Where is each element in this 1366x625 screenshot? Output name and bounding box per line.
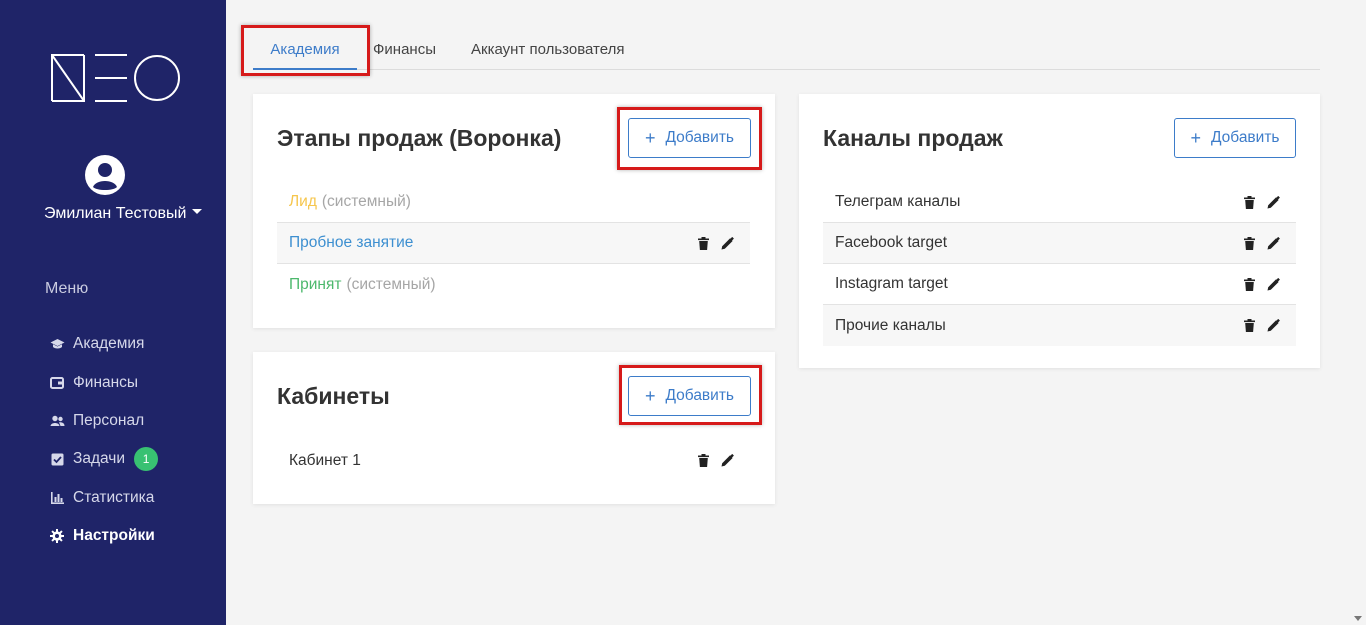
pencil-icon[interactable]: [1266, 195, 1280, 209]
row-actions: [1242, 223, 1280, 263]
channel-name: Facebook target: [835, 234, 948, 251]
pencil-icon[interactable]: [720, 454, 734, 468]
users-icon: [49, 414, 65, 428]
user-menu-toggle[interactable]: Эмилиан Тестовый: [44, 205, 203, 223]
add-room-button[interactable]: + Добавить: [628, 376, 751, 416]
sidebar-item-statistics[interactable]: Статистика: [49, 479, 158, 517]
sidebar-item-academy[interactable]: Академия: [49, 325, 158, 363]
list-item: Принят (системный): [277, 264, 750, 305]
sidebar-menu: Академия Финансы Персонал Задачи 1 Стати…: [49, 325, 159, 555]
sidebar-item-tasks[interactable]: Задачи 1: [49, 440, 159, 478]
sales-channels-list: Телеграм каналы Facebook target Instagra…: [823, 182, 1296, 346]
check-square-icon: [49, 452, 65, 466]
rooms-title: Кабинеты: [277, 383, 390, 409]
stage-system-tag: (системный): [346, 275, 436, 293]
list-item: Instagram target: [823, 264, 1296, 305]
sales-stages-list: Лид (системный) Пробное занятие Принят (…: [277, 182, 750, 305]
plus-icon: +: [644, 128, 656, 148]
list-item: Кабинет 1: [277, 440, 750, 481]
list-item: Телеграм каналы: [823, 182, 1296, 223]
user-avatar-icon[interactable]: [84, 154, 126, 196]
plus-icon: +: [644, 386, 656, 406]
sidebar-item-label: Задачи: [73, 450, 126, 468]
add-button-label: Добавить: [665, 129, 735, 146]
channel-name: Телеграм каналы: [835, 193, 961, 210]
tab-academy[interactable]: Академия: [253, 28, 357, 70]
scroll-down-arrow-icon[interactable]: [1354, 616, 1362, 621]
stage-name-link[interactable]: Пробное занятие: [289, 234, 413, 252]
add-sales-channel-button[interactable]: + Добавить: [1174, 118, 1296, 158]
graduation-cap-icon: [49, 337, 65, 351]
tab-user-account[interactable]: Аккаунт пользователя: [471, 28, 624, 70]
sidebar-item-finance[interactable]: Финансы: [49, 363, 158, 401]
pencil-icon[interactable]: [1266, 277, 1280, 291]
sidebar-item-label: Настройки: [73, 527, 155, 545]
pencil-icon[interactable]: [1266, 319, 1280, 333]
trash-icon[interactable]: [696, 454, 710, 468]
sidebar-item-settings[interactable]: Настройки: [49, 517, 158, 555]
add-button-label: Добавить: [665, 387, 735, 404]
sidebar: Эмилиан Тестовый Меню Академия Финансы П…: [0, 0, 226, 625]
trash-icon[interactable]: [1242, 236, 1256, 250]
add-sales-stage-button[interactable]: + Добавить: [628, 118, 751, 158]
room-name: Кабинет 1: [289, 451, 361, 469]
user-name: Эмилиан Тестовый: [44, 205, 187, 222]
channel-name: Instagram target: [835, 275, 948, 292]
sales-stages-card: Этапы продаж (Воронка) + Добавить Лид (си…: [253, 94, 775, 328]
tab-finance[interactable]: Финансы: [373, 28, 436, 70]
trash-icon[interactable]: [1242, 319, 1256, 333]
sidebar-item-label: Персонал: [73, 411, 145, 429]
row-actions: [696, 440, 734, 481]
neo-logo: [51, 54, 180, 102]
sidebar-item-label: Статистика: [73, 488, 155, 506]
stage-name: Принят: [289, 275, 342, 293]
list-item: Facebook target: [823, 223, 1296, 264]
sidebar-item-staff[interactable]: Персонал: [49, 402, 158, 440]
row-actions: [1242, 264, 1280, 304]
settings-tabs: Академия Финансы Аккаунт пользователя: [253, 28, 1320, 70]
rooms-card: Кабинеты + Добавить Кабинет 1: [253, 352, 775, 504]
pencil-icon[interactable]: [1266, 236, 1280, 250]
stage-system-tag: (системный): [321, 193, 411, 210]
rooms-list: Кабинет 1: [277, 440, 750, 481]
sales-channels-title: Каналы продаж: [823, 125, 1003, 151]
row-actions: [1242, 182, 1280, 222]
add-button-label: Добавить: [1211, 129, 1280, 146]
row-actions: [1242, 305, 1280, 346]
trash-icon[interactable]: [1242, 277, 1256, 291]
channel-name: Прочие каналы: [835, 316, 946, 334]
trash-icon[interactable]: [1242, 195, 1256, 209]
list-item: Лид (системный): [277, 182, 750, 223]
list-item: Пробное занятие: [277, 223, 750, 264]
list-item: Прочие каналы: [823, 305, 1296, 346]
sales-stages-title: Этапы продаж (Воронка): [277, 125, 562, 151]
pencil-icon[interactable]: [720, 236, 734, 250]
gear-icon: [49, 529, 65, 544]
menu-title: Меню: [45, 280, 89, 297]
plus-icon: +: [1190, 128, 1201, 148]
trash-icon[interactable]: [696, 236, 710, 250]
wallet-icon: [49, 376, 65, 390]
bar-chart-icon: [49, 491, 65, 505]
sidebar-item-label: Академия: [73, 335, 145, 353]
caret-down-icon: [192, 209, 203, 215]
tasks-count-badge: 1: [134, 447, 159, 472]
sales-channels-card: Каналы продаж + Добавить Телеграм каналы …: [799, 94, 1320, 368]
stage-name: Лид: [289, 193, 317, 210]
sidebar-item-label: Финансы: [73, 373, 139, 391]
row-actions: [696, 223, 734, 263]
